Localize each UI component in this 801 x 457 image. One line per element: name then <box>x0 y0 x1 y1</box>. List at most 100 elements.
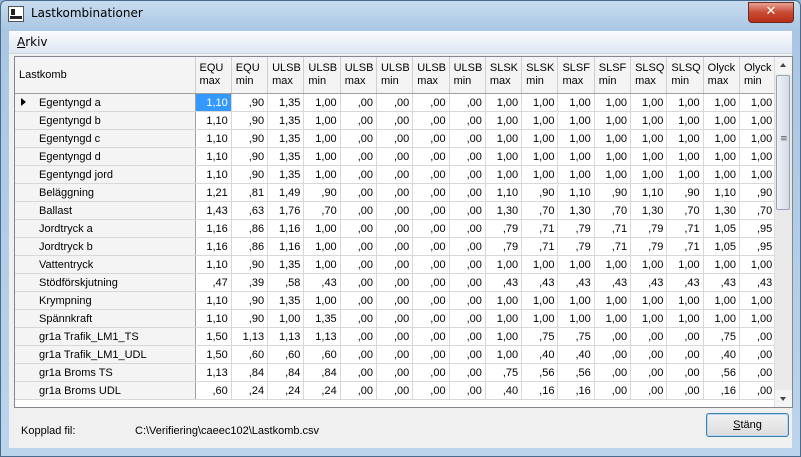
grid-cell[interactable]: ,86 <box>231 237 269 256</box>
grid-cell[interactable]: ,00 <box>449 201 486 220</box>
grid-cell[interactable]: 1,10 <box>195 129 232 148</box>
grid-cell[interactable]: 1,00 <box>557 255 595 274</box>
grid-cell[interactable]: ,56 <box>557 363 595 382</box>
table-row[interactable]: Egentyngd c 1,10,90 1,35 1,00,00,00,00,00 1,… <box>15 129 777 148</box>
grid-cell[interactable]: 1,00 <box>485 165 523 184</box>
grid-cell[interactable]: ,75 <box>557 327 595 346</box>
grid-cell[interactable]: ,84 <box>231 363 269 382</box>
column-header[interactable]: ULSB min <box>376 57 414 94</box>
grid-cell[interactable]: ,00 <box>449 381 486 400</box>
grid-cell[interactable]: ,43 <box>521 273 559 292</box>
grid-cell[interactable]: ,00 <box>449 219 486 238</box>
grid-cell[interactable]: 1,00 <box>703 93 740 112</box>
row-header[interactable]: gr1a Broms UDL <box>15 381 196 400</box>
grid-cell[interactable]: 1,00 <box>267 309 305 328</box>
grid-cell[interactable]: ,00 <box>739 327 777 346</box>
grid-cell[interactable]: ,00 <box>376 183 414 202</box>
grid-cell[interactable]: ,43 <box>703 273 740 292</box>
grid-cell[interactable]: 1,30 <box>703 201 740 220</box>
grid-cell[interactable]: 1,16 <box>267 237 305 256</box>
grid-cell[interactable]: 1,30 <box>485 201 523 220</box>
row-header[interactable]: Jordtryck a <box>15 219 196 238</box>
grid-cell[interactable]: 1,00 <box>739 165 777 184</box>
grid-cell[interactable]: ,00 <box>412 309 450 328</box>
grid-cell[interactable]: ,00 <box>340 93 377 112</box>
grid-cell[interactable]: ,00 <box>449 309 486 328</box>
grid-cell[interactable]: 1,00 <box>557 165 595 184</box>
grid-cell[interactable]: 1,00 <box>485 147 523 166</box>
grid-cell[interactable]: 1,00 <box>739 111 777 130</box>
row-header[interactable]: gr1a Broms TS <box>15 363 196 382</box>
grid-cell[interactable]: 1,43 <box>195 201 232 220</box>
grid-cell[interactable]: 1,00 <box>630 93 668 112</box>
column-header[interactable]: SLSK max <box>485 57 523 94</box>
column-header[interactable]: SLSK min <box>521 57 559 94</box>
grid-cell[interactable]: 1,10 <box>195 147 232 166</box>
grid-cell[interactable]: ,84 <box>303 363 341 382</box>
grid-cell[interactable]: ,60 <box>195 381 232 400</box>
grid-cell[interactable]: ,00 <box>449 147 486 166</box>
grid-cell[interactable]: 1,00 <box>666 111 704 130</box>
grid-cell[interactable]: 1,30 <box>630 201 668 220</box>
grid-cell[interactable]: ,00 <box>376 273 414 292</box>
grid-cell[interactable]: ,00 <box>594 363 632 382</box>
grid-cell[interactable]: 1,05 <box>703 219 740 238</box>
grid-cell[interactable]: ,00 <box>412 219 450 238</box>
grid-cell[interactable]: 1,00 <box>739 147 777 166</box>
grid-cell[interactable]: 1,16 <box>195 219 232 238</box>
grid-cell[interactable]: ,39 <box>231 273 269 292</box>
grid-cell[interactable]: 1,00 <box>666 165 704 184</box>
table-row[interactable]: gr1a Broms UDL ,60,24,24,24,00,00,00,00,4… <box>15 381 777 400</box>
grid-cell[interactable]: ,79 <box>485 237 523 256</box>
row-header[interactable]: Egentyngd c <box>15 129 196 148</box>
grid-cell[interactable]: ,86 <box>231 219 269 238</box>
scroll-down-arrow-icon[interactable] <box>775 390 792 407</box>
table-row[interactable]: gr1a Trafik_LM1_UDL 1,50,60,60,60,00,00,0… <box>15 345 777 364</box>
grid-cell[interactable]: ,43 <box>739 273 777 292</box>
grid-cell[interactable]: 1,00 <box>485 255 523 274</box>
grid-cell[interactable]: 1,00 <box>557 129 595 148</box>
grid-cell[interactable]: 1,00 <box>666 309 704 328</box>
grid-cell[interactable]: ,00 <box>449 327 486 346</box>
row-header[interactable]: Spännkraft <box>15 309 196 328</box>
table-row[interactable]: gr1a Broms TS 1,13,84,84,84,00,00,00,00,7… <box>15 363 777 382</box>
grid-cell[interactable]: 1,00 <box>594 165 632 184</box>
grid-cell[interactable]: 1,00 <box>630 255 668 274</box>
grid-cell[interactable]: ,16 <box>557 381 595 400</box>
row-header[interactable]: Stödförskjutning <box>15 273 196 292</box>
grid-cell[interactable]: ,60 <box>267 345 305 364</box>
grid-cell[interactable]: 1,00 <box>485 309 523 328</box>
grid-cell[interactable]: ,90 <box>231 291 269 310</box>
grid-cell[interactable]: ,00 <box>376 219 414 238</box>
column-header[interactable]: SLSQ min <box>666 57 704 94</box>
grid-cell[interactable]: 1,00 <box>557 309 595 328</box>
grid-cell[interactable]: ,00 <box>630 345 668 364</box>
grid-cell[interactable]: 1,00 <box>485 345 523 364</box>
grid-cell[interactable]: 1,35 <box>267 111 305 130</box>
grid-cell[interactable]: 1,00 <box>303 255 341 274</box>
grid-cell[interactable]: 1,10 <box>195 93 232 112</box>
grid-cell[interactable]: 1,00 <box>303 237 341 256</box>
grid-cell[interactable]: ,00 <box>666 327 704 346</box>
grid-cell[interactable]: ,79 <box>557 219 595 238</box>
grid-cell[interactable]: ,43 <box>557 273 595 292</box>
grid-cell[interactable]: 1,35 <box>267 129 305 148</box>
grid-cell[interactable]: ,43 <box>485 273 523 292</box>
grid-cell[interactable]: ,00 <box>376 201 414 220</box>
grid-cell[interactable]: ,00 <box>412 381 450 400</box>
stang-button[interactable]: Stäng <box>706 413 789 437</box>
grid-cell[interactable]: 1,00 <box>557 291 595 310</box>
grid-cell[interactable]: ,00 <box>412 273 450 292</box>
row-header[interactable]: Egentyngd d <box>15 147 196 166</box>
grid-cell[interactable]: 1,00 <box>739 93 777 112</box>
grid-cell[interactable]: 1,35 <box>267 93 305 112</box>
grid-cell[interactable]: ,75 <box>703 327 740 346</box>
grid-cell[interactable]: ,70 <box>521 201 559 220</box>
grid-cell[interactable]: ,71 <box>594 219 632 238</box>
grid-cell[interactable]: ,90 <box>666 183 704 202</box>
grid-cell[interactable]: ,00 <box>449 345 486 364</box>
grid-cell[interactable]: 1,10 <box>195 111 232 130</box>
grid-cell[interactable]: 1,35 <box>303 309 341 328</box>
grid-cell[interactable]: ,95 <box>739 219 777 238</box>
grid-cell[interactable]: ,00 <box>376 255 414 274</box>
